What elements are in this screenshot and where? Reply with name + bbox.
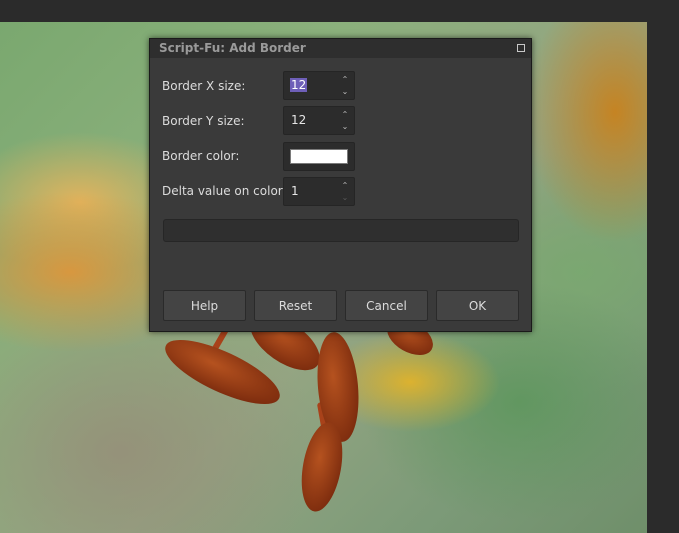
increment-arrow-icon[interactable]: ⌃ — [339, 180, 351, 192]
ok-button[interactable]: OK — [436, 290, 519, 321]
border-x-size-spinner[interactable]: 12 ⌃ ⌄ — [283, 71, 355, 100]
maximize-icon[interactable] — [517, 44, 525, 52]
border-color-button[interactable] — [283, 142, 355, 171]
dialog-titlebar[interactable]: Script-Fu: Add Border — [150, 39, 531, 58]
right-dock-panel — [647, 0, 679, 533]
spinner-arrows: ⌃ ⌄ — [339, 109, 351, 133]
cancel-button[interactable]: Cancel — [345, 290, 428, 321]
border-x-size-value[interactable]: 12 — [290, 78, 308, 92]
add-border-dialog: Script-Fu: Add Border Border X size: 12 … — [149, 38, 532, 332]
increment-arrow-icon[interactable]: ⌃ — [339, 74, 351, 86]
dialog-title: Script-Fu: Add Border — [159, 41, 306, 55]
delta-value-value[interactable]: 1 — [291, 184, 299, 198]
border-x-size-label: Border X size: — [162, 79, 246, 93]
reset-button[interactable]: Reset — [254, 290, 337, 321]
increment-arrow-icon[interactable]: ⌃ — [339, 109, 351, 121]
decrement-arrow-icon[interactable]: ⌄ — [339, 86, 351, 98]
decrement-arrow-icon[interactable]: ⌄ — [339, 121, 351, 133]
border-color-label: Border color: — [162, 149, 240, 163]
delta-value-label: Delta value on color: — [162, 184, 287, 198]
spinner-arrows: ⌃ ⌄ — [339, 180, 351, 204]
border-color-swatch — [290, 149, 348, 164]
delta-value-spinner[interactable]: 1 ⌃ ⌄ — [283, 177, 355, 206]
workspace-top-strip — [0, 0, 647, 22]
border-y-size-label: Border Y size: — [162, 114, 245, 128]
spinner-arrows: ⌃ ⌄ — [339, 74, 351, 98]
border-y-size-spinner[interactable]: 12 ⌃ ⌄ — [283, 106, 355, 135]
progress-bar — [163, 219, 519, 242]
border-y-size-value[interactable]: 12 — [291, 113, 306, 127]
decrement-arrow-icon: ⌄ — [341, 193, 349, 202]
help-button[interactable]: Help — [163, 290, 246, 321]
